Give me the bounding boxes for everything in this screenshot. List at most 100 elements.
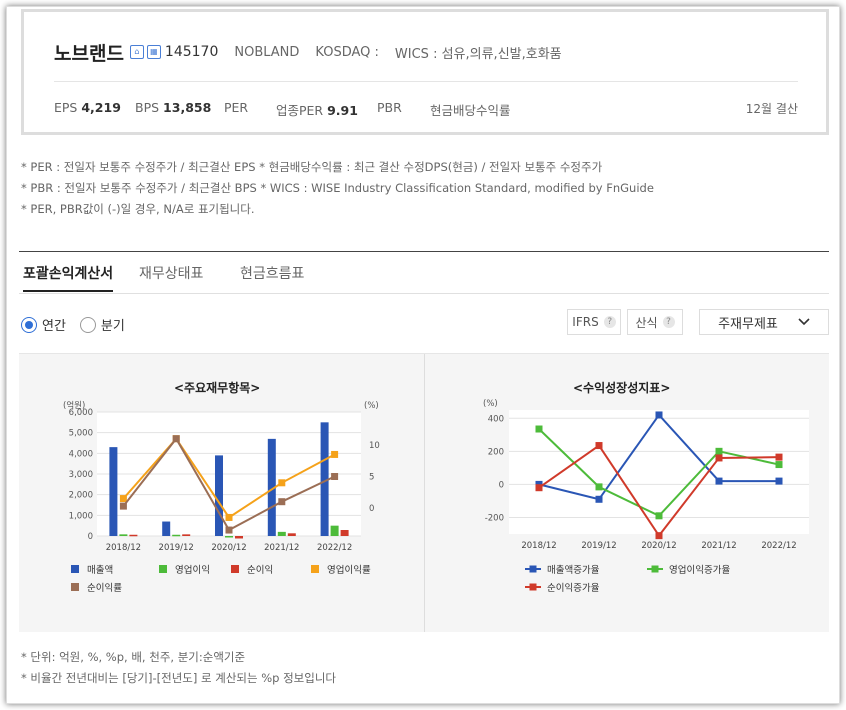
x-tick-label: 2019/12 xyxy=(581,541,616,551)
tab-income-statement[interactable]: 포괄손익계산서 xyxy=(23,263,114,292)
x-tick-label: 2020/12 xyxy=(641,541,676,551)
quarter-radio[interactable] xyxy=(79,316,96,333)
bar xyxy=(172,534,181,537)
ifrs-button[interactable]: IFRS? xyxy=(567,309,621,335)
y2-tick-label: 5 xyxy=(369,473,374,483)
line-point xyxy=(595,483,603,491)
x-tick-label: 2021/12 xyxy=(264,543,299,553)
line-point xyxy=(655,411,663,419)
bar xyxy=(119,534,128,536)
unit-footnotes: * 단위: 억원, %, %p, 배, 천주, 분기:순액기준 * 비율간 전년… xyxy=(21,647,336,689)
bps-label: BPS xyxy=(135,100,160,115)
line-point xyxy=(595,442,603,450)
y-tick-label: 5,000 xyxy=(69,429,93,439)
industry-per-value: 9.91 xyxy=(327,103,358,118)
note-line: * PBR : 전일자 보통주 수정주가 / 최근결산 BPS * WICS :… xyxy=(21,181,654,195)
pbr-label: PBR xyxy=(377,100,402,115)
y-tick-label: 2,000 xyxy=(69,491,93,501)
help-icon[interactable]: ? xyxy=(662,316,675,328)
formula-button[interactable]: 산식? xyxy=(627,309,683,335)
quarter-label[interactable]: 분기 xyxy=(101,315,125,334)
bar xyxy=(235,536,243,539)
line-point xyxy=(655,532,663,540)
company-name: 노브랜드 xyxy=(54,42,124,65)
chevron-down-icon xyxy=(798,318,810,326)
indicator-row: EPS 4,219 BPS 13,858 PER 업종PER 9.91 PBR … xyxy=(54,100,798,120)
y2-axis-label: (%) xyxy=(364,401,379,411)
legend-swatch xyxy=(71,565,79,573)
tab-balance-sheet[interactable]: 재무상태표 xyxy=(139,263,203,283)
eps-value: 4,219 xyxy=(81,100,121,115)
y2-tick-label: 10 xyxy=(369,441,380,451)
y-tick-label: 200 xyxy=(488,447,504,457)
bar xyxy=(277,531,286,536)
legend-label: 순이익증가율 xyxy=(547,582,600,594)
line-point xyxy=(278,498,286,506)
company-eng-name: NOBLAND xyxy=(234,44,300,60)
line-point xyxy=(225,526,233,534)
x-tick-label: 2021/12 xyxy=(701,541,736,551)
y-tick-label: 400 xyxy=(488,414,504,424)
y-tick-label: 0 xyxy=(499,480,504,490)
line-point xyxy=(715,454,723,462)
legend-label: 영업이익률 xyxy=(327,564,371,576)
annual-label[interactable]: 연간 xyxy=(42,315,66,334)
dividend-yield-label: 현금배당수익률 xyxy=(430,103,511,118)
statement-select-value: 주재무제표 xyxy=(718,316,778,332)
line-point xyxy=(715,447,723,455)
line-point xyxy=(172,435,180,443)
line-point xyxy=(535,425,543,433)
chart-area: <주요재무항목> <수익성장성지표> 0 1,000 2,000 3,000 4,000… xyxy=(19,353,829,632)
bar xyxy=(287,533,296,536)
statement-select[interactable]: 주재무제표 xyxy=(699,309,829,335)
annual-radio[interactable] xyxy=(21,316,37,333)
y-tick-label: 3,000 xyxy=(69,470,93,480)
tab-underline xyxy=(19,293,829,294)
line-point xyxy=(715,477,723,485)
tab-cash-flow[interactable]: 현금흐름표 xyxy=(240,263,304,283)
legend-label: 영업이익증가율 xyxy=(669,564,730,576)
bar xyxy=(215,455,223,536)
per-label: PER xyxy=(224,100,249,115)
x-tick-label: 2018/12 xyxy=(521,541,556,551)
building-icon[interactable]: ▦ xyxy=(146,45,161,59)
legend-label: 순이익 xyxy=(247,564,273,576)
line-point xyxy=(655,512,663,520)
legend-label: 매출액증가율 xyxy=(547,564,600,576)
y-axis-label: (%) xyxy=(483,399,498,409)
company-info-box: 노브랜드 ⌂ ▦ 145170 NOBLAND KOSDAQ : WICS : … xyxy=(21,9,829,135)
legend-swatch xyxy=(529,583,537,591)
bar xyxy=(330,525,339,536)
y-tick-label: 0 xyxy=(88,532,93,542)
bar xyxy=(340,530,349,536)
line-point xyxy=(278,479,286,487)
bar xyxy=(129,534,138,537)
line-point xyxy=(595,495,603,503)
indicator-notes: * PER : 전일자 보통주 수정주가 / 최근결산 EPS * 현금배당수익… xyxy=(21,157,654,220)
line-point xyxy=(331,450,339,458)
legend-swatch xyxy=(651,565,659,573)
bar xyxy=(162,521,171,536)
settlement-month: 12월 결산 xyxy=(745,102,798,116)
line-point xyxy=(119,502,127,510)
footnote-line: * 단위: 억원, %, %p, 배, 천주, 분기:순액기준 xyxy=(21,650,246,664)
financial-items-chart: 01,0002,0003,0004,0005,0006,000(억원) (%)05… xyxy=(63,400,380,594)
ifrs-label: IFRS xyxy=(572,315,599,329)
section-divider xyxy=(19,251,829,252)
bar xyxy=(182,534,191,536)
bps-value: 13,858 xyxy=(163,100,212,115)
line-point xyxy=(535,484,543,492)
help-icon[interactable]: ? xyxy=(603,316,616,328)
line-point xyxy=(225,513,233,521)
line-point xyxy=(331,473,339,480)
x-tick-label: 2019/12 xyxy=(159,543,194,553)
wics-label: WICS : 섬유,의류,신발,호화품 xyxy=(394,46,562,62)
x-tick-label: 2022/12 xyxy=(317,543,352,553)
growth-indicators-chart: -200 0 200 400 (%) 2018/12 2019/12 2020/12 2021/… xyxy=(483,399,809,594)
bar xyxy=(225,536,233,538)
info-separator xyxy=(54,81,798,82)
x-tick-label: 2022/12 xyxy=(761,541,796,551)
legend-swatch xyxy=(311,565,319,573)
home-icon[interactable]: ⌂ xyxy=(129,45,144,59)
line-point xyxy=(775,477,783,485)
